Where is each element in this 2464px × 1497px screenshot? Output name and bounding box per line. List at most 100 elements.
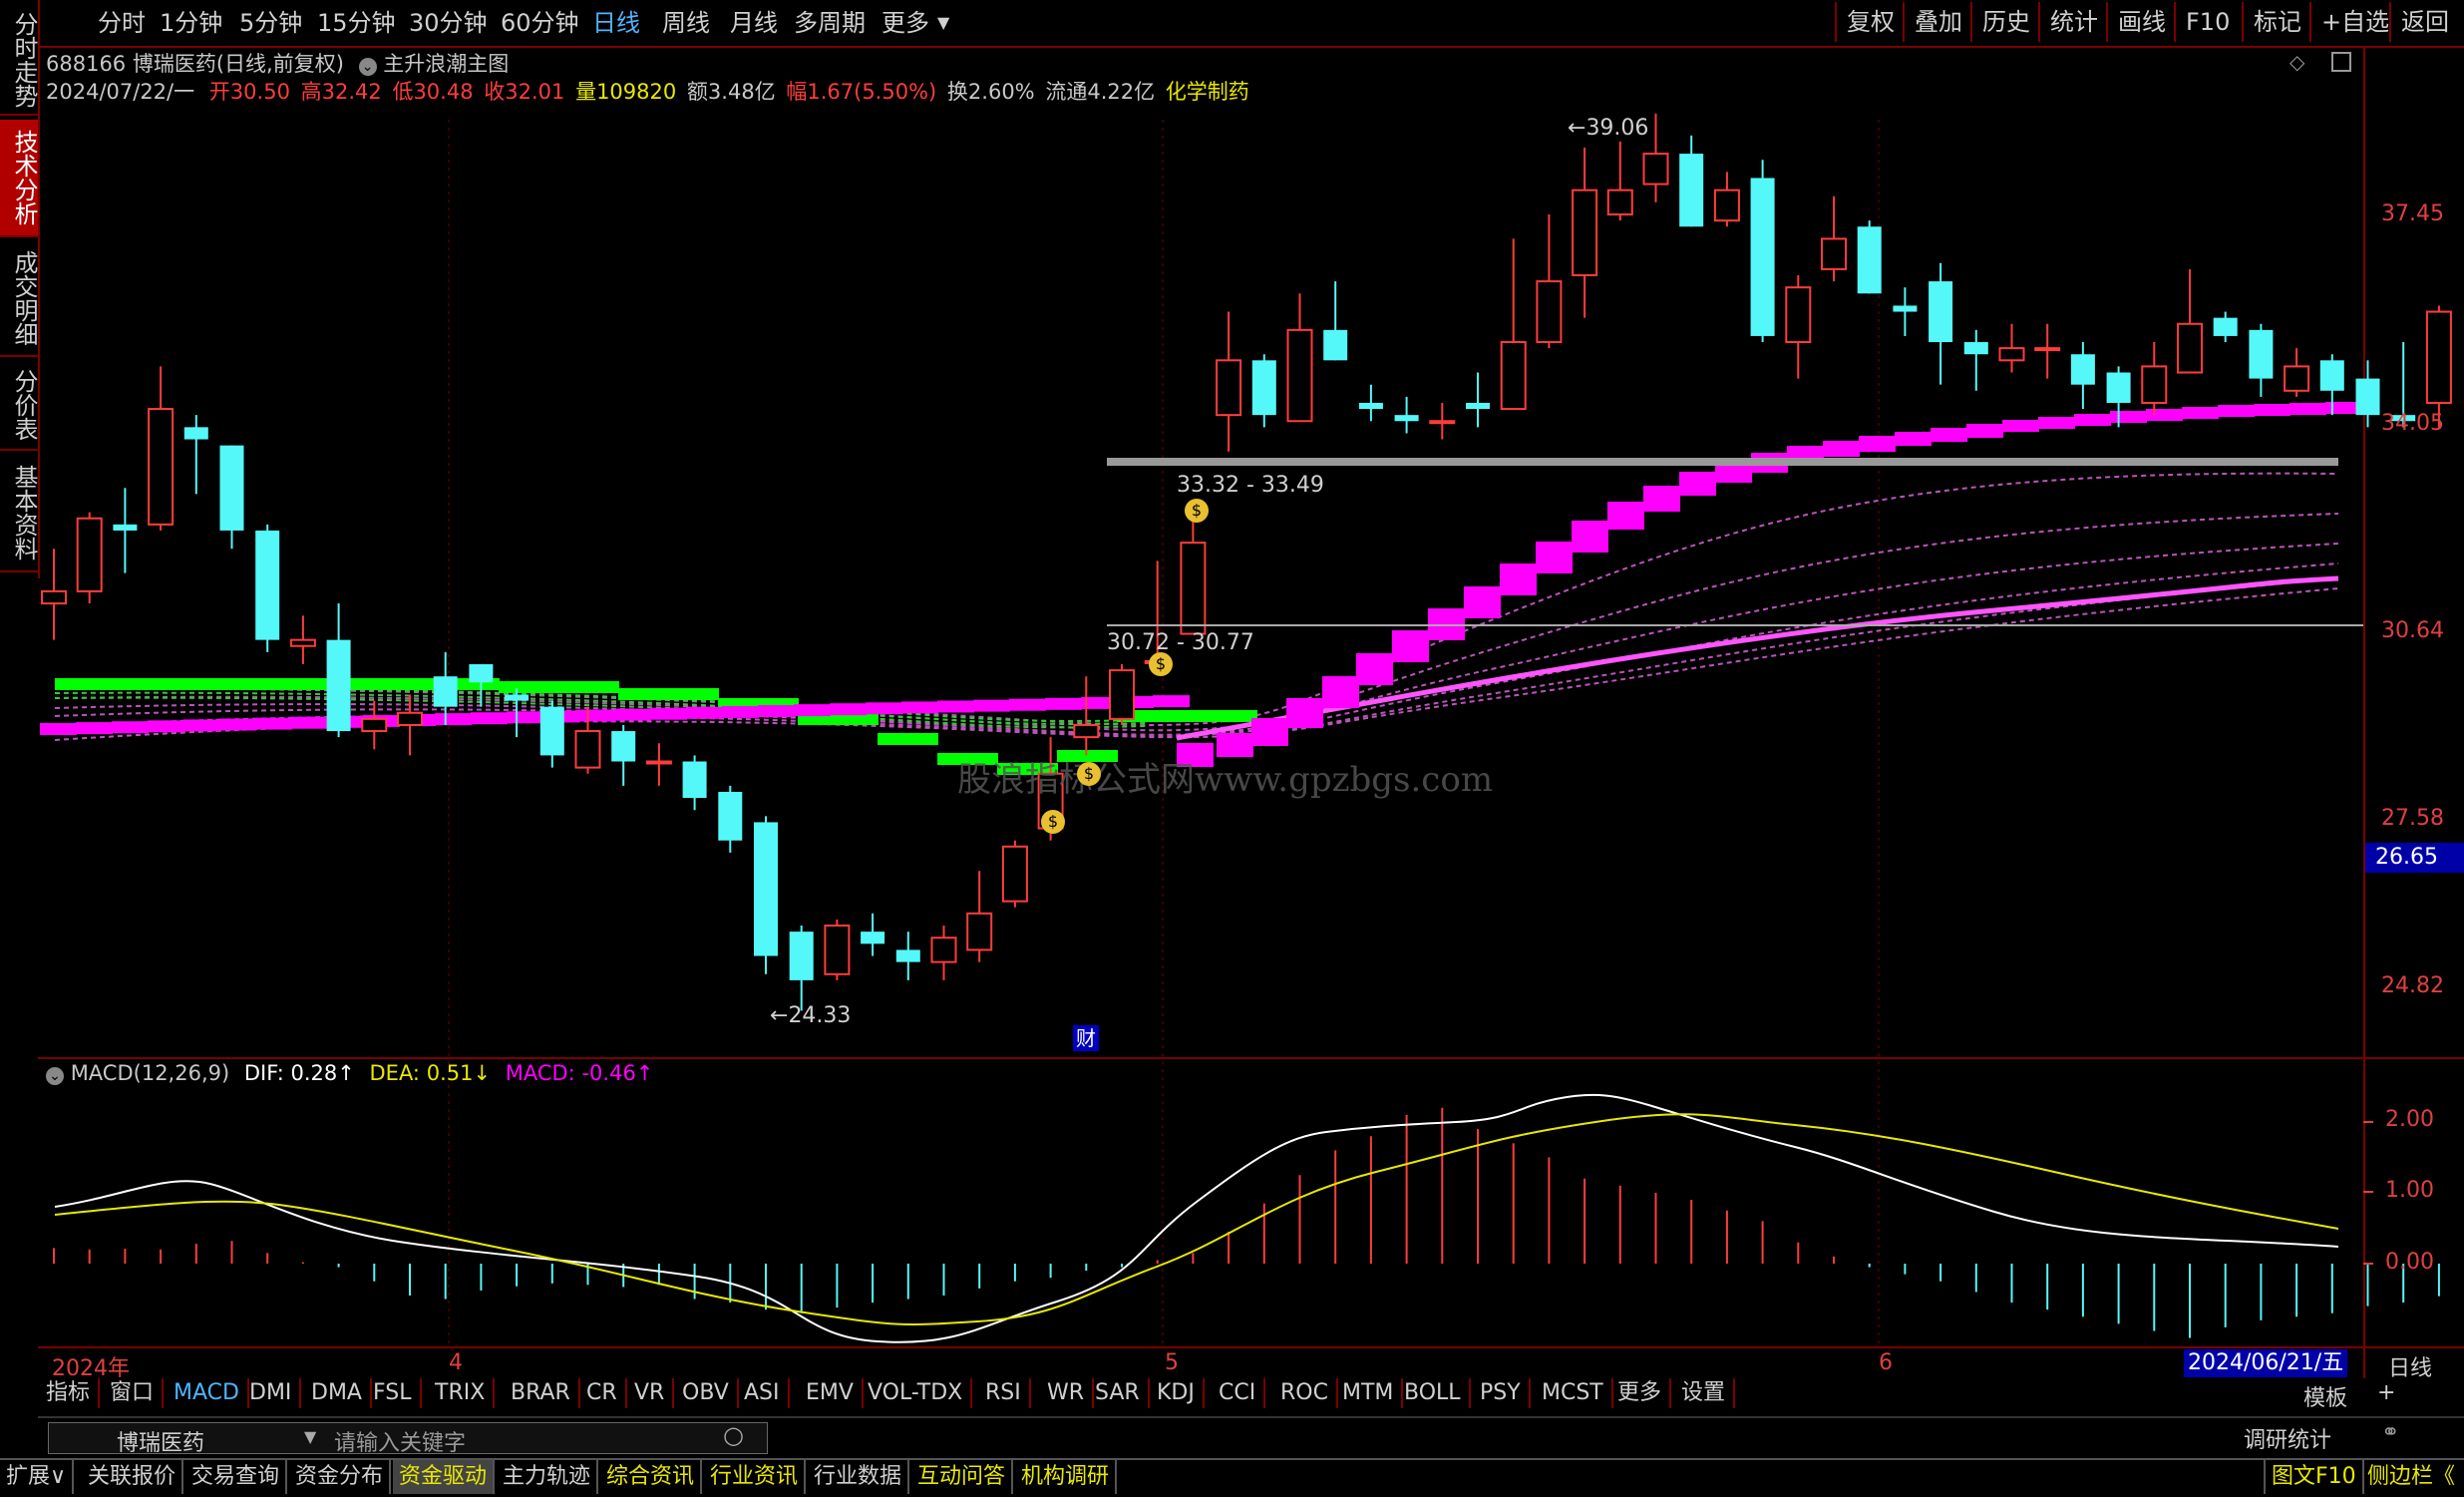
indicator-tab-fsl[interactable]: FSL: [365, 1378, 422, 1408]
dif-line: [54, 1093, 2339, 1343]
indicator-tab-wr[interactable]: WR: [1039, 1378, 1095, 1408]
dea-line: [54, 1113, 2339, 1325]
indicator-tab-更多[interactable]: 更多: [1609, 1378, 1672, 1408]
indicator-tab-brar[interactable]: BRAR: [503, 1378, 580, 1408]
candle: [1536, 214, 1563, 349]
indicator-tab-vr[interactable]: VR: [626, 1378, 675, 1408]
dea-value: 0.51↓: [426, 1061, 492, 1085]
macd-title[interactable]: MACD(12,26,9): [71, 1061, 230, 1085]
dif-value: 0.28↑: [290, 1061, 355, 1085]
indicator-tab-cci[interactable]: CCI: [1211, 1378, 1266, 1408]
search-icon[interactable]: ○: [723, 1421, 744, 1449]
money-bag-icon[interactable]: $: [1041, 810, 1065, 834]
candle: [326, 603, 351, 738]
bottom-tab-2[interactable]: 交易查询: [185, 1460, 288, 1494]
candle: [2141, 342, 2168, 416]
money-bag-icon[interactable]: $: [1077, 762, 1101, 786]
high-price-value: 39.06: [1585, 116, 1649, 141]
bottom-tab-9[interactable]: 互动问答: [911, 1460, 1014, 1494]
period-label[interactable]: 日线: [2388, 1350, 2432, 1382]
indicator-tab-boll[interactable]: BOLL: [1396, 1378, 1471, 1408]
magenta-ribbon-step: [1286, 698, 1323, 728]
green-ribbon-step: [618, 688, 719, 700]
candle: [718, 785, 743, 853]
candle: [1429, 402, 1456, 440]
bottom-tab-3[interactable]: 资金分布: [289, 1460, 392, 1494]
candle: [255, 524, 280, 652]
magenta-ribbon-step: [2289, 403, 2326, 415]
magenta-ribbon-step: [1643, 486, 1680, 512]
indicator-tab-macd[interactable]: MACD: [166, 1378, 249, 1408]
candle: [539, 700, 564, 768]
bottom-tab-6[interactable]: 综合资讯: [600, 1460, 703, 1494]
indicator-tab-mtm[interactable]: MTM: [1334, 1378, 1404, 1408]
magenta-ribbon-step: [2002, 420, 2039, 432]
search-input[interactable]: 请输入关键字: [334, 1425, 466, 1457]
indicator-tab-mcst[interactable]: MCST: [1534, 1378, 1613, 1408]
candle: [1998, 323, 2025, 373]
magenta-ribbon-step: [1607, 502, 1644, 530]
indicator-tab-vol-tdx[interactable]: VOL-TDX: [860, 1378, 973, 1408]
bottom-sidebar[interactable]: 侧边栏《: [2361, 1460, 2461, 1494]
price-tick: 27.58: [2381, 806, 2444, 831]
bottom-tab-8[interactable]: 行业数据: [808, 1460, 910, 1494]
bottom-tab-5[interactable]: 主力轨迹: [497, 1460, 599, 1494]
bottom-tab-1[interactable]: 关联报价: [82, 1460, 184, 1494]
magenta-ribbon-step: [1009, 698, 1046, 711]
candle: [824, 919, 851, 980]
candle: [2425, 305, 2452, 428]
candle: [1180, 518, 1207, 635]
macd-toggle-icon[interactable]: ⌄: [46, 1067, 64, 1085]
indicator-tab-asi[interactable]: ASI: [736, 1378, 790, 1408]
candle: [611, 724, 636, 786]
add-indicator-button[interactable]: +: [2377, 1380, 2395, 1405]
magenta-ribbon-step: [1045, 697, 1082, 710]
bottom-tab-0[interactable]: 扩展∨: [0, 1460, 75, 1494]
link-icon[interactable]: ⚭: [2381, 1420, 2399, 1445]
money-bag-icon[interactable]: $: [1149, 652, 1173, 676]
indicator-tab-kdj[interactable]: KDJ: [1149, 1378, 1205, 1408]
candle: [1394, 396, 1419, 434]
research-stats[interactable]: 调研统计: [2244, 1422, 2331, 1454]
range-label-upper: 33.32 - 33.49: [1177, 473, 1324, 498]
indicator-tab-trix[interactable]: TRIX: [427, 1378, 496, 1408]
indicator-tab-设置[interactable]: 设置: [1673, 1378, 1736, 1408]
bottom-tab-10[interactable]: 机构调研: [1015, 1460, 1118, 1494]
search-box[interactable]: 博瑞医药 ▼ 请输入关键字 ○: [48, 1421, 768, 1457]
candle: [2034, 323, 2061, 379]
magenta-ribbon-step: [1536, 542, 1573, 573]
indicator-tab-psy[interactable]: PSY: [1472, 1378, 1531, 1408]
indicator-tab-窗口[interactable]: 窗口: [102, 1378, 165, 1408]
bottom-tab-4[interactable]: 资金驱动: [393, 1460, 496, 1494]
candle: [1109, 664, 1135, 725]
magenta-ribbon-step: [112, 721, 149, 734]
price-tick: 24.82: [2381, 973, 2444, 998]
candle: [1466, 372, 1490, 428]
template-button[interactable]: 模板: [2303, 1380, 2347, 1412]
indicator-tab-dmi[interactable]: DMI: [241, 1378, 302, 1408]
kline-chart[interactable]: [0, 0, 2464, 1495]
magenta-ribbon-step: [758, 705, 795, 717]
indicator-tab-指标[interactable]: 指标: [38, 1378, 101, 1408]
magenta-ribbon-step: [830, 703, 867, 716]
candle: [2284, 348, 2310, 397]
bottom-tab-7[interactable]: 行业资讯: [704, 1460, 807, 1494]
dropdown-icon[interactable]: ▼: [304, 1427, 316, 1446]
magenta-ribbon-step: [255, 717, 292, 730]
bottom-f10[interactable]: 图文F10: [2264, 1460, 2364, 1494]
indicator-tab-obv[interactable]: OBV: [674, 1378, 739, 1408]
indicator-tab-roc[interactable]: ROC: [1272, 1378, 1338, 1408]
green-ribbon-step: [1117, 710, 1257, 722]
indicator-tab-cr[interactable]: CR: [578, 1378, 627, 1408]
indicator-tab-dma[interactable]: DMA: [303, 1378, 372, 1408]
magenta-ribbon-step: [866, 702, 902, 715]
candle: [1572, 148, 1598, 318]
money-bag-icon[interactable]: $: [1185, 499, 1209, 523]
financial-report-badge[interactable]: 财: [1073, 1025, 1099, 1051]
magenta-ribbon-step: [2182, 407, 2219, 419]
indicator-tab-emv[interactable]: EMV: [798, 1378, 864, 1408]
indicator-tab-sar[interactable]: SAR: [1087, 1378, 1150, 1408]
magenta-ribbon-step: [794, 704, 831, 717]
candle: [2355, 360, 2380, 428]
indicator-tab-rsi[interactable]: RSI: [977, 1378, 1031, 1408]
